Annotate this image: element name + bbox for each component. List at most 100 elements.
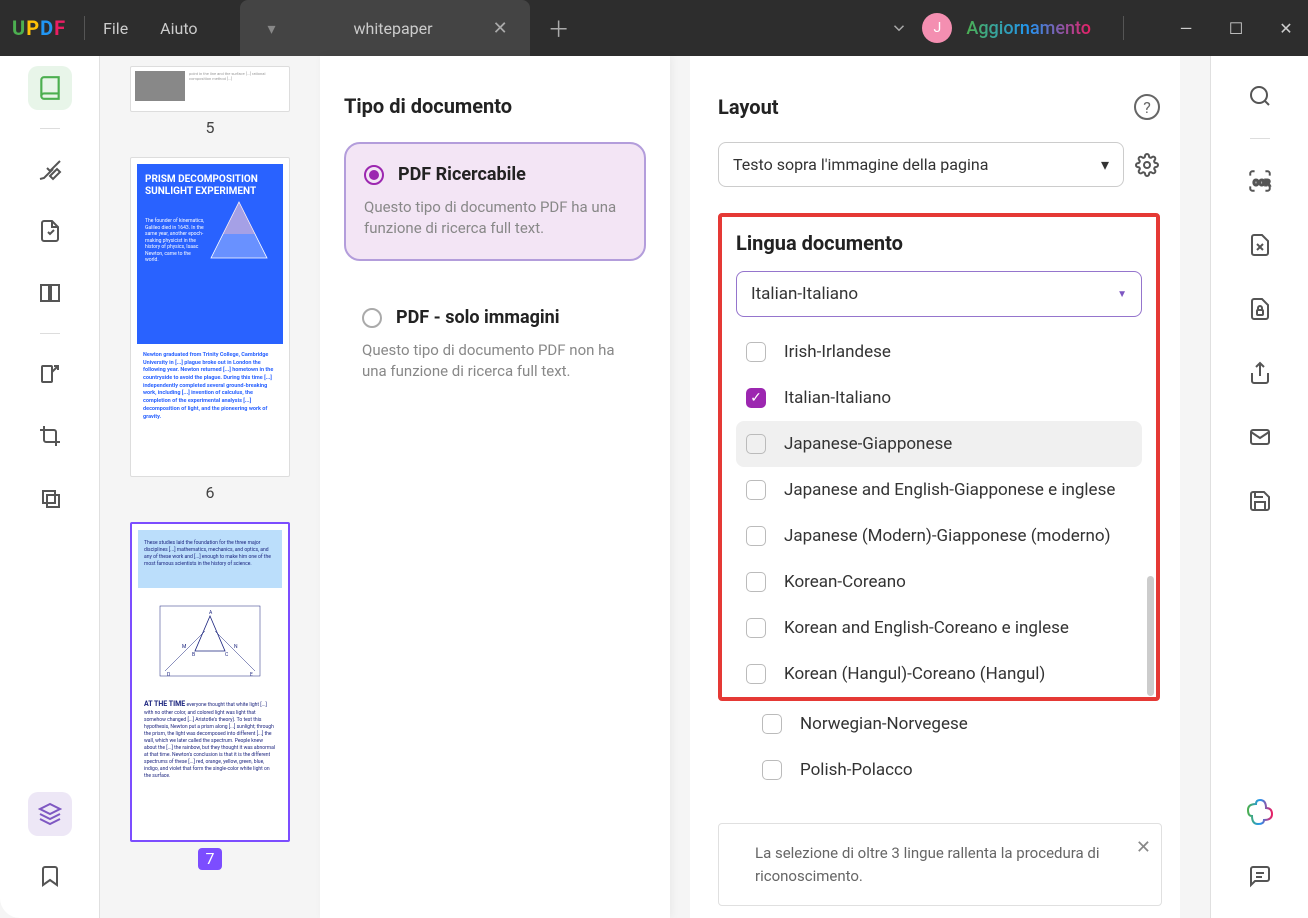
language-title: Lingua documento [736, 231, 1142, 255]
svg-text:N: N [234, 644, 238, 650]
svg-text:A: A [209, 610, 213, 616]
dropdown-value: Testo sopra l'immagine della pagina [733, 155, 988, 174]
content-area: Tipo di documento PDF Ricercabile Questo… [320, 56, 1210, 918]
window-controls: — ☐ ✕ [1176, 19, 1296, 38]
scrollbar-thumb[interactable] [1147, 576, 1154, 696]
language-option[interactable]: Japanese and English-Giapponese e ingles… [736, 467, 1142, 513]
svg-text:D: D [167, 672, 170, 678]
language-option[interactable]: ✓ Italian-Italiano [736, 375, 1142, 421]
language-option[interactable]: Korean and English-Coreano e inglese [736, 605, 1142, 651]
gear-icon[interactable] [1134, 152, 1160, 178]
layout-title: Layout [718, 95, 779, 119]
language-label: Italian-Italiano [784, 388, 891, 408]
email-icon[interactable] [1238, 415, 1282, 459]
language-dropdown[interactable]: Italian-Italiano ▼ [736, 271, 1142, 317]
pages-tool[interactable] [28, 271, 72, 315]
left-toolbar [0, 56, 100, 918]
separator [84, 16, 85, 40]
language-label: Irish-Irlandese [784, 342, 891, 362]
bookmark-tool[interactable] [28, 854, 72, 898]
checkbox-icon [746, 572, 766, 592]
thumbnail-page-5[interactable]: point in the line and the surface [...] … [130, 66, 290, 112]
checkbox-icon [746, 618, 766, 638]
language-label: Japanese-Giapponese [784, 434, 952, 454]
option-desc: Questo tipo di documento PDF ha una funz… [364, 197, 626, 239]
language-option[interactable]: Irish-Irlandese [736, 329, 1142, 375]
language-option[interactable]: Japanese-Giapponese [736, 421, 1142, 467]
close-icon[interactable]: ✕ [1136, 834, 1151, 861]
document-type-panel: Tipo di documento PDF Ricercabile Questo… [320, 56, 670, 918]
thumb-body: AT THE TIME everyone thought that white … [138, 694, 282, 786]
reader-tool[interactable] [28, 66, 72, 110]
chevron-down-icon[interactable] [890, 19, 908, 37]
minimize-button[interactable]: — [1176, 19, 1196, 38]
doctype-searchable[interactable]: PDF Ricercabile Questo tipo di documento… [344, 142, 646, 261]
close-icon[interactable]: ✕ [493, 18, 508, 39]
crop-tool[interactable] [28, 414, 72, 458]
highlight-tool[interactable] [28, 147, 72, 191]
page-number-active: 7 [198, 848, 222, 870]
dropdown-value: Italian-Italiano [751, 284, 858, 304]
language-label: Korean-Coreano [784, 572, 906, 592]
right-toolbar: OCR [1210, 56, 1308, 918]
titlebar: UPDF File Aiuto ▾ whitepaper ✕ ＋ J Aggio… [0, 0, 1308, 56]
ocr-icon[interactable]: OCR [1238, 159, 1282, 203]
option-desc: Questo tipo di documento PDF non ha una … [362, 340, 628, 382]
checkbox-icon [746, 526, 766, 546]
menu-help[interactable]: Aiuto [160, 19, 197, 38]
save-icon[interactable] [1238, 479, 1282, 523]
share-icon[interactable] [1238, 351, 1282, 395]
convert-icon[interactable] [1238, 223, 1282, 267]
doctype-image-only[interactable]: PDF - solo immagini Questo tipo di docum… [344, 287, 646, 402]
language-option[interactable]: Korean-Coreano [736, 559, 1142, 605]
language-list: Irish-Irlandese ✓ Italian-Italiano Japanese… [736, 329, 1142, 697]
tab-dropdown-icon[interactable]: ▾ [262, 18, 282, 38]
separator [40, 333, 60, 334]
radio-checked-icon [364, 165, 384, 185]
add-tab-button[interactable]: ＋ [548, 12, 570, 44]
svg-text:M: M [182, 644, 186, 650]
ai-assistant-icon[interactable] [1238, 790, 1282, 834]
option-title: PDF Ricercabile [398, 164, 526, 185]
language-option[interactable]: Norwegian-Norvegese [752, 701, 1126, 747]
protect-icon[interactable] [1238, 287, 1282, 331]
document-tab[interactable]: ▾ whitepaper ✕ [240, 0, 530, 56]
tab-bar: ▾ whitepaper ✕ ＋ [240, 0, 570, 56]
checkbox-checked-icon: ✓ [746, 388, 766, 408]
help-icon[interactable]: ? [1134, 94, 1160, 120]
language-option[interactable]: Korean (Hangul)-Coreano (Hangul) [736, 651, 1142, 697]
thumbnail-page-7[interactable]: These studies laid the foundation for th… [130, 522, 290, 842]
language-option[interactable]: Polish-Polacco [752, 747, 1126, 793]
thumbnail-page-6[interactable]: PRISM DECOMPOSITION SUNLIGHT EXPERIMENT … [130, 157, 290, 477]
menu-file[interactable]: File [103, 19, 128, 38]
search-icon[interactable] [1238, 74, 1282, 118]
maximize-button[interactable]: ☐ [1226, 19, 1246, 38]
thumb-intro: These studies laid the foundation for th… [138, 530, 282, 588]
language-label: Korean (Hangul)-Coreano (Hangul) [784, 664, 1045, 684]
checkbox-icon [746, 434, 766, 454]
language-section: Lingua documento Italian-Italiano ▼ Iris… [718, 213, 1160, 701]
close-button[interactable]: ✕ [1276, 19, 1296, 38]
separator [1123, 16, 1124, 40]
edit-tool[interactable] [28, 209, 72, 253]
svg-text:E: E [250, 672, 253, 678]
compare-tool[interactable] [28, 476, 72, 520]
tab-title: whitepaper [354, 19, 433, 38]
layout-dropdown[interactable]: Testo sopra l'immagine della pagina ▾ [718, 142, 1124, 187]
language-label: Korean and English-Coreano e inglese [784, 618, 1069, 638]
layout-language-panel: Layout ? Testo sopra l'immagine della pa… [690, 56, 1180, 918]
panel-title: Tipo di documento [344, 94, 646, 118]
checkbox-icon [762, 714, 782, 734]
option-title: PDF - solo immagini [396, 307, 560, 328]
language-label: Japanese and English-Giapponese e ingles… [784, 480, 1115, 500]
language-list-overflow: Norwegian-NorvegesePolish-Polacco [718, 701, 1160, 793]
language-option[interactable]: Japanese (Modern)-Giapponese (moderno) [736, 513, 1142, 559]
upgrade-link[interactable]: Aggiornamento [966, 18, 1091, 39]
app-logo: UPDF [12, 16, 66, 40]
radio-icon [362, 308, 382, 328]
avatar[interactable]: J [922, 13, 952, 43]
layers-tool[interactable] [28, 792, 72, 836]
comment-icon[interactable] [1238, 854, 1282, 898]
organize-tool[interactable] [28, 352, 72, 396]
hint-message: ✕ La selezione di oltre 3 lingue rallent… [718, 823, 1162, 906]
